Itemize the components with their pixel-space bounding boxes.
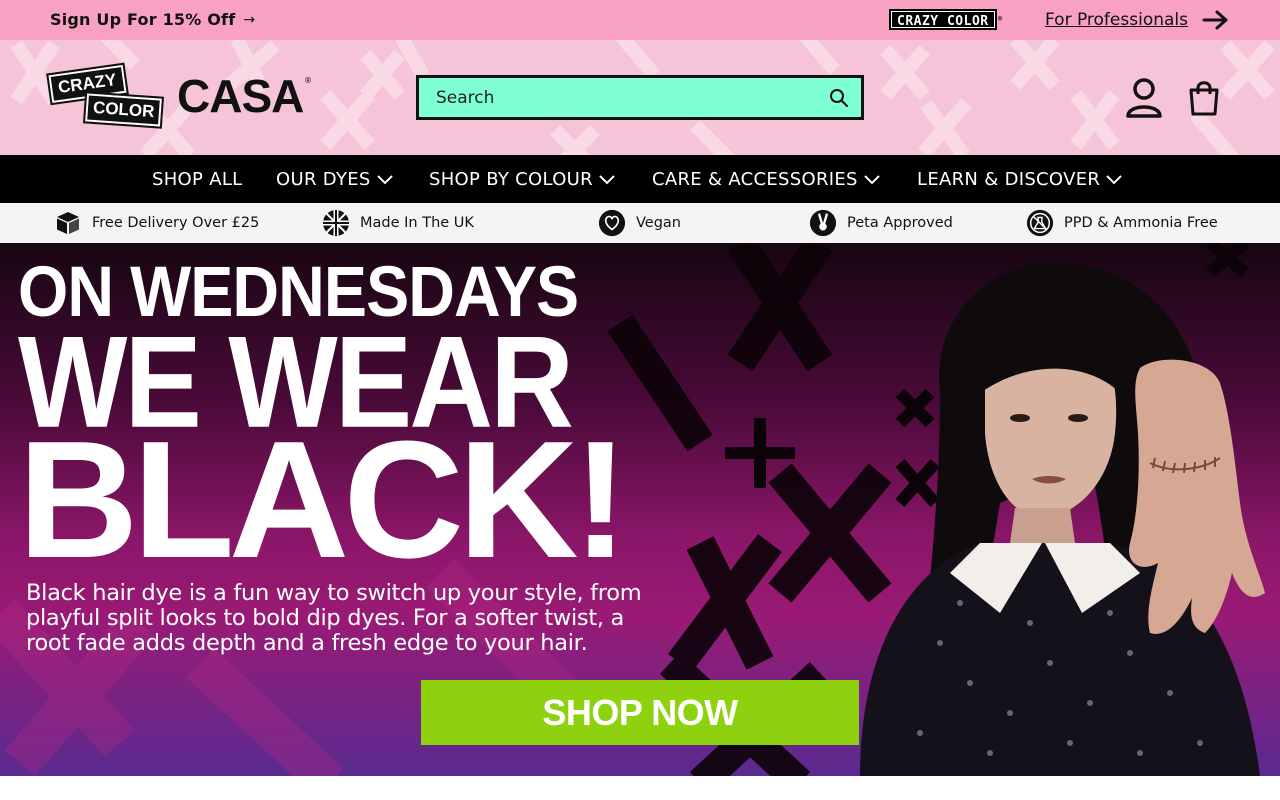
hero-heading-line3: BLACK! xyxy=(18,406,628,593)
nav-item-label: CARE & ACCESSORIES xyxy=(652,168,858,190)
no-chemicals-icon xyxy=(1026,209,1054,237)
hero-description: Black hair dye is a fun way to switch up… xyxy=(26,580,642,656)
feature-ppd-ammonia-free: PPD & Ammonia Free xyxy=(1026,203,1218,243)
box-icon xyxy=(54,209,82,237)
chevron-down-icon xyxy=(376,175,393,185)
crazy-color-pro-logo[interactable]: CRAZY COLOR ® xyxy=(889,9,1002,30)
main-navigation: SHOP ALL OUR DYES SHOP BY COLOUR CARE & … xyxy=(0,155,1280,203)
nav-item-label: LEARN & DISCOVER xyxy=(917,168,1101,190)
professionals-link[interactable]: For Professionals xyxy=(1045,10,1188,30)
shop-now-button[interactable]: SHOP NOW xyxy=(421,680,859,745)
feature-made-in-uk: Made In The UK xyxy=(322,203,474,243)
logo-registered-mark: ® xyxy=(304,76,312,85)
search-icon xyxy=(830,88,848,107)
crazy-color-badge: CRAZY COLOR xyxy=(46,62,172,129)
features-bar: Free Delivery Over £25 Made In The UK Ve… xyxy=(0,203,1280,243)
account-icon[interactable] xyxy=(1124,76,1164,120)
nav-item-label: SHOP ALL xyxy=(152,168,243,190)
feature-label: Vegan xyxy=(636,215,681,231)
nav-item-label: OUR DYES xyxy=(276,168,371,190)
signup-link[interactable]: Sign Up For 15% Off → xyxy=(50,10,255,29)
pro-logo-mark: ® xyxy=(997,15,1003,23)
cart-icon[interactable] xyxy=(1184,78,1224,118)
hero-model-image xyxy=(860,261,1265,776)
feature-label: PPD & Ammonia Free xyxy=(1064,215,1218,231)
signup-label: Sign Up For 15% Off xyxy=(50,10,236,29)
arrow-right-icon: → xyxy=(243,11,256,28)
bunny-icon xyxy=(809,209,837,237)
heart-icon xyxy=(598,209,626,237)
feature-free-delivery: Free Delivery Over £25 xyxy=(54,203,259,243)
chevron-down-icon xyxy=(599,175,615,185)
union-jack-icon xyxy=(322,209,350,237)
pro-logo-text: CRAZY COLOR xyxy=(897,14,989,29)
nav-item-learn-discover[interactable]: LEARN & DISCOVER xyxy=(917,155,1124,203)
feature-label: Peta Approved xyxy=(847,215,953,231)
announcement-bar: Sign Up For 15% Off → CRAZY COLOR ® For … xyxy=(0,0,1280,40)
nav-item-shop-all[interactable]: SHOP ALL xyxy=(152,155,242,203)
nav-item-our-dyes[interactable]: OUR DYES xyxy=(276,155,395,203)
feature-label: Made In The UK xyxy=(360,215,474,231)
search-input[interactable] xyxy=(419,78,817,117)
feature-peta-approved: Peta Approved xyxy=(809,203,953,243)
hero-banner[interactable]: ON WEDNESDAYS WE WEAR BLACK! Black hair … xyxy=(0,243,1280,776)
feature-vegan: Vegan xyxy=(598,203,681,243)
feature-label: Free Delivery Over £25 xyxy=(92,215,260,231)
nav-item-shop-by-colour[interactable]: SHOP BY COLOUR xyxy=(429,155,617,203)
nav-item-label: SHOP BY COLOUR xyxy=(429,168,593,190)
logo-casa-text: CASA xyxy=(177,70,304,122)
search-button[interactable] xyxy=(817,78,861,117)
search-bar xyxy=(416,75,864,120)
site-header: CRAZY COLOR CASA ® xyxy=(0,40,1280,155)
chevron-down-icon xyxy=(1106,175,1122,185)
chevron-down-icon xyxy=(864,175,880,185)
logo-color-text: COLOR xyxy=(83,91,165,129)
long-arrow-right-icon[interactable] xyxy=(1202,8,1230,32)
nav-item-care-accessories[interactable]: CARE & ACCESSORIES xyxy=(652,155,882,203)
crazy-color-casa-logo[interactable]: CRAZY COLOR CASA ® xyxy=(46,62,312,129)
